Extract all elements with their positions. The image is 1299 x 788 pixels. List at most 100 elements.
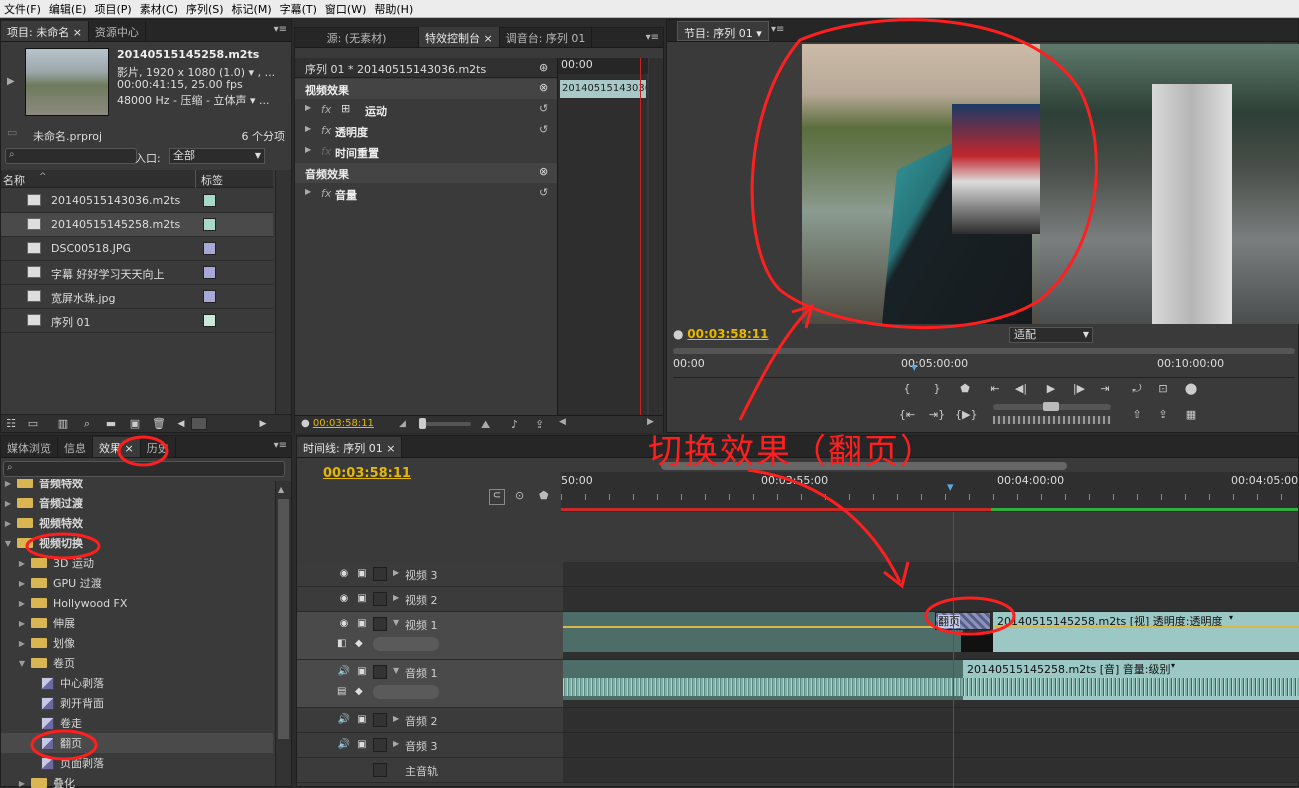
panel-menu-icon[interactable]: ▾≡ — [274, 440, 287, 451]
track-lock-toggle[interactable] — [373, 738, 387, 752]
label-color-swatch[interactable] — [203, 314, 216, 327]
speaker-icon[interactable]: 🔊 — [337, 666, 351, 678]
collapse-triangle-icon[interactable]: ▼ — [393, 618, 399, 627]
set-marker-icon[interactable]: ⬟ — [955, 380, 975, 398]
program-ruler[interactable]: 00:00 00:05:00:00 00:10:00:00 ▾ — [673, 356, 1295, 378]
tab-resource-center[interactable]: 资源中心 — [89, 21, 146, 41]
label-color-swatch[interactable] — [203, 242, 216, 255]
timeline-playhead-handle[interactable]: ▾ — [947, 480, 954, 495]
track-lock-toggle[interactable] — [373, 713, 387, 727]
ec-playhead[interactable] — [640, 58, 641, 416]
effects-folder[interactable]: ▶ 伸展 — [1, 613, 273, 633]
scroll-up-icon[interactable]: ▲ — [278, 485, 284, 494]
new-bin-icon[interactable]: ▬ — [101, 415, 121, 433]
tab-timeline[interactable]: 时间线: 序列 01 × — [297, 437, 403, 457]
jog-dial[interactable] — [993, 416, 1111, 424]
lane-video-3[interactable] — [563, 562, 1299, 587]
label-color-swatch[interactable] — [203, 218, 216, 231]
fit-dropdown[interactable]: 适配 ▼ — [1009, 327, 1093, 343]
speaker-icon[interactable]: 🔊 — [337, 714, 351, 726]
eye-icon[interactable]: ◉ — [337, 593, 351, 605]
keyframe-nav[interactable] — [373, 685, 439, 699]
expand-triangle-icon[interactable]: ▶ — [3, 519, 13, 528]
step-back-icon[interactable]: ◀| — [1011, 380, 1031, 398]
mark-out-icon[interactable]: } — [927, 380, 947, 398]
fx-badge[interactable]: fx — [321, 124, 331, 137]
entry-dropdown[interactable]: 全部 ▼ — [169, 148, 265, 164]
tab-program[interactable]: 节目: 序列 01 ▾ — [677, 21, 769, 41]
go-to-in-icon[interactable]: ⇤ — [985, 380, 1005, 398]
track-lock-toggle[interactable] — [373, 665, 387, 679]
effects-folder[interactable]: ▶ 音频过渡 — [1, 493, 273, 513]
sort-icon[interactable]: ^ — [39, 172, 47, 182]
effects-folder[interactable]: ▼ 卷页 — [1, 653, 273, 673]
h-scroll-thumb[interactable] — [191, 417, 207, 430]
expand-triangle-icon[interactable]: ▶ — [17, 599, 27, 608]
waveform-icon[interactable]: ▤ — [337, 686, 351, 698]
tab-audio-mixer[interactable]: 调音台: 序列 01 — [500, 27, 593, 47]
menu-clip[interactable]: 素材(C) — [136, 1, 182, 17]
go-to-next-icon[interactable]: ⇥} — [927, 406, 947, 424]
clip-video-a[interactable] — [563, 612, 963, 652]
effects-folder[interactable]: ▶ 3D 运动 — [1, 553, 273, 573]
program-playhead[interactable]: ▾ — [911, 360, 917, 374]
new-item-icon[interactable]: ▣ — [125, 415, 145, 433]
project-scrollbar[interactable] — [275, 170, 291, 414]
display-style-icon[interactable]: ◧ — [337, 638, 351, 650]
automate-icon[interactable]: ▥ — [53, 415, 73, 433]
effects-folder[interactable]: ▶ Hollywood FX — [1, 593, 273, 613]
play-icon[interactable]: ▶ — [1041, 380, 1061, 398]
menu-project[interactable]: 项目(P) — [90, 1, 135, 17]
menu-file[interactable]: 文件(F) — [0, 1, 45, 17]
clip-video-b[interactable]: 20140515145258.m2ts [视] 透明度:透明度 ▾ — [993, 612, 1299, 652]
collapse-triangle-icon[interactable]: ▼ — [393, 666, 399, 675]
label-color-swatch[interactable] — [203, 266, 216, 279]
effects-folder[interactable]: ▶ 视频特效 — [1, 513, 273, 533]
ec-zoom-slider[interactable] — [419, 422, 471, 426]
lift-icon[interactable]: ⇧ — [1127, 406, 1147, 424]
marker-icon[interactable]: ⊙ — [515, 489, 524, 502]
expand-triangle-icon[interactable]: ▶ — [393, 714, 399, 723]
panel-menu-icon[interactable]: ▾≡ — [646, 32, 659, 43]
tab-effects[interactable]: 效果 × — [93, 437, 141, 457]
transition-page-turn[interactable]: 翻页 — [935, 612, 991, 630]
collapse-triangle-icon[interactable]: ▼ — [3, 539, 13, 548]
speaker-icon[interactable]: 🔊 — [337, 739, 351, 751]
reset-icon[interactable]: ↺ — [539, 186, 548, 199]
step-forward-icon[interactable]: |▶ — [1069, 380, 1089, 398]
ec-clip-bar[interactable]: 20140515143036 — [560, 80, 646, 98]
safe-margins-icon[interactable]: ⊡ — [1153, 380, 1173, 398]
list-view-icon[interactable]: ☷ — [1, 415, 21, 433]
mark-in-icon[interactable]: { — [897, 380, 917, 398]
scroll-left-icon[interactable]: ◀ — [171, 415, 191, 433]
expand-triangle-icon[interactable]: ▶ — [393, 593, 399, 602]
shuttle-handle[interactable] — [1043, 402, 1059, 411]
go-to-out-icon[interactable]: ⇥ — [1095, 380, 1115, 398]
scroll-left-icon[interactable]: ◀ — [559, 417, 573, 431]
scroll-right-icon[interactable]: ▶ — [253, 415, 273, 433]
panel-menu-icon[interactable]: ▾≡ — [274, 24, 287, 35]
effects-scroll-thumb[interactable] — [278, 499, 289, 739]
effects-folder[interactable]: ▶ 划像 — [1, 633, 273, 653]
label-color-swatch[interactable] — [203, 194, 216, 207]
tab-info[interactable]: 信息 — [58, 437, 93, 457]
panel-menu-icon[interactable]: ▾≡ — [771, 24, 784, 35]
expand-triangle-icon[interactable]: ▶ — [393, 568, 399, 577]
expand-triangle-icon[interactable]: ▶ — [17, 619, 27, 628]
ec-scrollbar[interactable] — [649, 58, 663, 416]
chevron-down-icon[interactable]: ▾ — [1171, 661, 1175, 670]
time-remap-row[interactable]: ▶ fx 时间重置 — [295, 142, 557, 163]
menu-edit[interactable]: 编辑(E) — [45, 1, 91, 17]
find-icon[interactable]: ⌕ — [77, 415, 97, 433]
transition-item[interactable]: 中心剥落 — [1, 673, 273, 693]
expand-triangle-icon[interactable]: ▶ — [17, 579, 27, 588]
project-item[interactable]: 20140515145258.m2ts — [1, 213, 273, 237]
expand-triangle-icon[interactable]: ▶ — [393, 739, 399, 748]
audio-loop-icon[interactable]: ♪ — [511, 418, 518, 431]
transition-item[interactable]: 剥开背面 — [1, 693, 273, 713]
effects-folder[interactable]: ▼ 视频切换 — [1, 533, 273, 553]
project-search-input[interactable]: ⌕ — [5, 148, 137, 164]
sync-lock-icon[interactable]: ▣ — [355, 593, 369, 605]
zoom-out-icon[interactable]: ◢ — [399, 419, 406, 429]
transition-item[interactable]: 页面剥落 — [1, 753, 273, 773]
